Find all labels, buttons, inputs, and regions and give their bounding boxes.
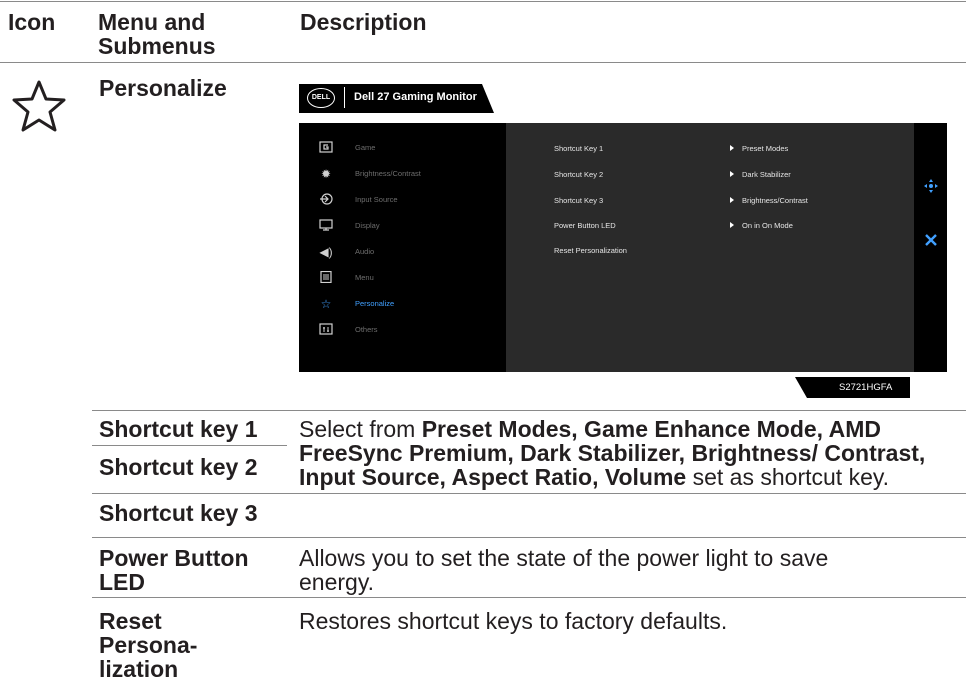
row-rule <box>92 537 966 538</box>
osd-value-shortcut1: Preset Modes <box>742 144 789 153</box>
reset-line1: Reset <box>99 608 162 634</box>
reset-line3: lization <box>99 656 179 682</box>
arrow-right-icon <box>730 222 734 228</box>
row-rule <box>92 597 966 598</box>
power-description: Allows you to set the state of the power… <box>299 545 829 595</box>
others-icon <box>319 323 333 337</box>
osd-menu-label: Audio <box>355 247 375 256</box>
osd-menu-label: Brightness/Contrast <box>355 169 421 178</box>
osd-menu-label: Input Source <box>355 195 398 204</box>
header-icon: Icon <box>8 9 56 35</box>
osd-option-shortcut1[interactable]: Shortcut Key 1 <box>554 144 603 153</box>
row-rule <box>92 445 287 446</box>
display-icon <box>319 219 333 233</box>
power-line1: Power Button <box>99 545 249 571</box>
osd-menu-item-input-source[interactable]: Input Source <box>299 193 506 211</box>
osd-menu-item-others[interactable]: Others <box>299 323 506 341</box>
arrow-right-icon <box>730 171 734 177</box>
osd-menu-item-display[interactable]: Display <box>299 219 506 237</box>
header-menu: Menu and Submenus <box>98 10 216 58</box>
osd-nav-panel <box>914 123 947 372</box>
arrow-right-icon <box>730 197 734 203</box>
row-shortcut-key-2: Shortcut key 2 <box>99 454 258 480</box>
game-icon <box>319 141 333 155</box>
arrow-right-icon <box>730 145 734 151</box>
shortcut-desc-text-end: set as shortcut key. <box>686 464 890 490</box>
header-menu-line2: Submenus <box>98 33 216 59</box>
close-icon[interactable] <box>924 233 938 252</box>
osd-option-shortcut3[interactable]: Shortcut Key 3 <box>554 196 603 205</box>
osd-options-panel: Shortcut Key 1 Preset Modes Shortcut Key… <box>506 123 914 372</box>
model-number: S2721HGFA <box>839 382 893 393</box>
header-description: Description <box>300 9 427 35</box>
brightness-icon: ✹ <box>320 167 332 181</box>
osd-menu-item-brightness[interactable]: ✹ Brightness/Contrast <box>299 167 506 185</box>
osd-value-power-led: On in On Mode <box>742 221 793 230</box>
star-outline-icon <box>10 78 68 139</box>
reset-description: Restores shortcut keys to factory defaul… <box>299 608 728 634</box>
row-power-button-led: Power Button LED <box>99 546 249 594</box>
osd-menu-item-menu[interactable]: Menu <box>299 270 506 289</box>
monitor-banner: DELL Dell 27 Gaming Monitor <box>299 84 494 113</box>
osd-value-shortcut3: Brightness/Contrast <box>742 196 808 205</box>
osd-screen: Game ✹ Brightness/Contrast Input Source … <box>299 123 947 372</box>
osd-menu-label: Personalize <box>355 299 395 308</box>
power-line2: LED <box>99 569 145 595</box>
input-source-icon <box>319 193 333 207</box>
reset-line2: Persona- <box>99 632 198 658</box>
row-rule <box>92 493 966 494</box>
osd-menu-item-personalize[interactable]: ☆ Personalize <box>299 297 506 315</box>
osd-menu-item-game[interactable]: Game <box>299 141 506 159</box>
navigate-icon[interactable] <box>923 178 939 199</box>
osd-option-shortcut2[interactable]: Shortcut Key 2 <box>554 170 603 179</box>
header-menu-line1: Menu and <box>98 9 206 35</box>
osd-menu-label: Menu <box>355 273 374 282</box>
dell-logo: DELL <box>307 88 335 108</box>
row-shortcut-key-1: Shortcut key 1 <box>99 416 258 442</box>
osd-menu-label: Others <box>355 325 378 334</box>
row-rule <box>92 410 966 411</box>
shortcut-desc-text: Select from <box>299 416 422 442</box>
osd-value-shortcut2: Dark Stabilizer <box>742 170 791 179</box>
osd-option-power-led[interactable]: Power Button LED <box>554 221 616 230</box>
row-shortcut-key-3: Shortcut key 3 <box>99 500 258 526</box>
banner-divider <box>344 87 345 108</box>
osd-menu-item-audio[interactable]: ◀) Audio <box>299 245 506 263</box>
shortcut-description: Select from Preset Modes, Game Enhance M… <box>299 417 964 489</box>
header-rule <box>0 62 966 63</box>
osd-menu: Game ✹ Brightness/Contrast Input Source … <box>299 123 506 372</box>
row-reset-personalization: Reset Persona- lization <box>99 609 197 681</box>
audio-icon: ◀) <box>319 245 333 259</box>
osd-menu-label: Display <box>355 221 380 230</box>
model-tag: S2721HGFA <box>795 377 910 398</box>
menu-icon <box>319 270 333 285</box>
top-rule <box>0 1 966 2</box>
star-icon: ☆ <box>320 297 332 311</box>
osd-menu-label: Game <box>355 143 376 152</box>
monitor-title: Dell 27 Gaming Monitor <box>354 91 477 103</box>
osd-option-reset[interactable]: Reset Personalization <box>554 246 627 255</box>
section-title: Personalize <box>99 75 227 101</box>
